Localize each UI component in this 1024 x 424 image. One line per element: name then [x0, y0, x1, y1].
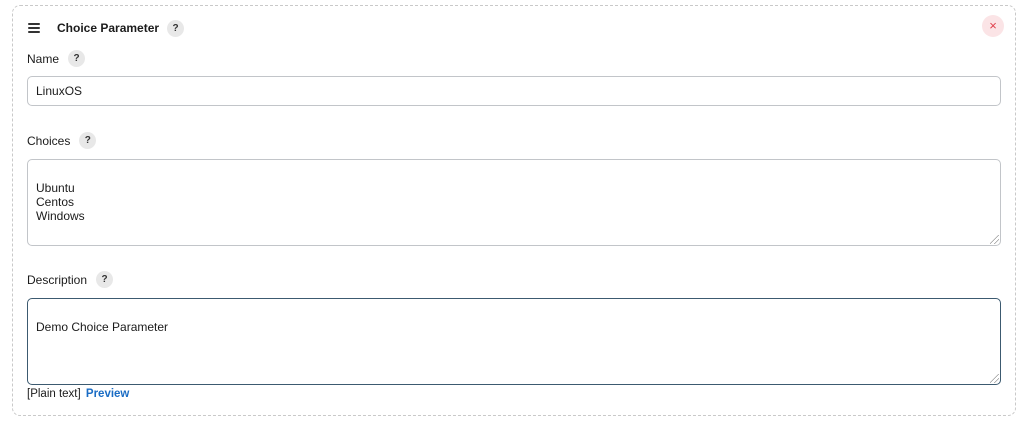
description-label: Description — [27, 272, 88, 287]
choices-label: Choices — [27, 133, 71, 148]
title-help-icon[interactable]: ? — [167, 19, 185, 37]
description-label-row: Description ? — [27, 271, 114, 288]
choices-label-row: Choices ? — [27, 132, 97, 149]
preview-link[interactable]: Preview — [86, 388, 129, 400]
plain-text-label: [Plain text] — [27, 388, 81, 400]
choices-text: Ubuntu Centos Windows — [36, 181, 85, 223]
description-text: Demo Choice Parameter — [36, 320, 169, 334]
description-help-icon[interactable]: ? — [96, 271, 114, 288]
drag-handle-icon[interactable] — [28, 23, 40, 33]
resize-grip-icon[interactable] — [990, 235, 999, 244]
name-label-row: Name ? — [27, 50, 86, 67]
description-footer: [Plain text] Preview — [27, 388, 129, 400]
panel-header: Choice Parameter ? — [28, 18, 185, 38]
name-label: Name — [27, 51, 60, 66]
choices-help-icon[interactable]: ? — [79, 132, 97, 149]
description-textarea[interactable]: Demo Choice Parameter — [27, 298, 1001, 385]
name-help-icon[interactable]: ? — [68, 50, 86, 67]
resize-grip-icon[interactable] — [990, 374, 999, 383]
name-input[interactable]: LinuxOS — [27, 76, 1001, 106]
choice-parameter-panel: Choice Parameter ? × Name ? LinuxOS Choi… — [12, 5, 1016, 416]
panel-title: Choice Parameter — [57, 21, 160, 35]
choices-textarea[interactable]: Ubuntu Centos Windows — [27, 159, 1001, 246]
delete-parameter-button[interactable]: × — [982, 15, 1004, 37]
